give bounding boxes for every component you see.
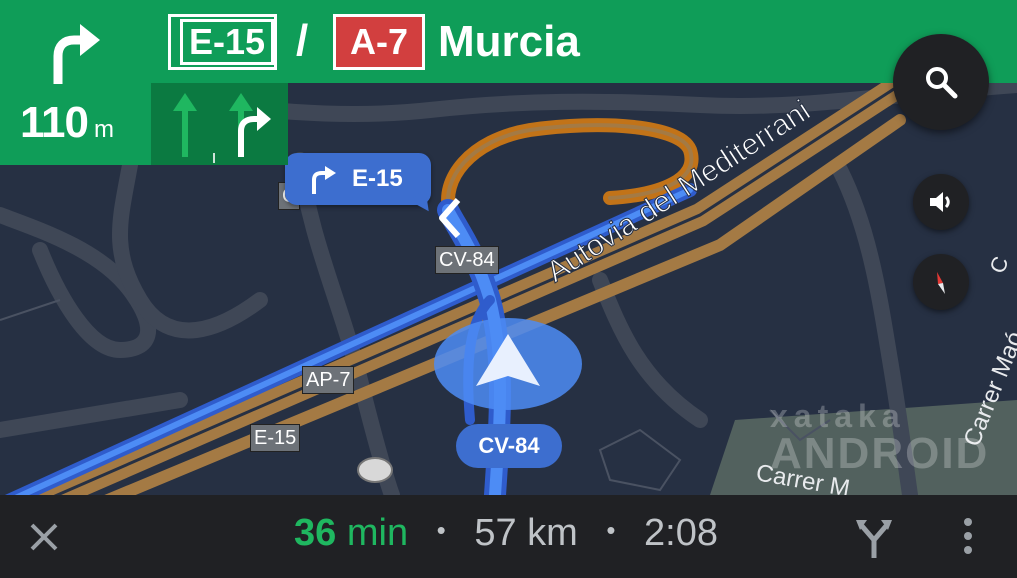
callout-label: E-15 <box>352 165 403 192</box>
trip-separator: • <box>436 515 446 545</box>
distance-unit: m <box>93 116 114 143</box>
lane-straight-arrow-icon <box>173 93 197 157</box>
destination-name: Murcia <box>438 17 580 66</box>
search-button[interactable] <box>893 34 989 130</box>
route-shield-a7: A-7 <box>333 14 425 70</box>
search-icon <box>926 67 958 99</box>
lane-guidance <box>151 83 288 165</box>
watermark: xataka ANDROID <box>770 398 989 479</box>
turn-right-arrow-icon <box>312 166 336 194</box>
trip-info: 36 min • 57 km • 2:08 <box>294 512 718 555</box>
arrival-time: 2:08 <box>644 512 718 554</box>
eta-minutes-unit: min <box>346 512 409 554</box>
road-sign-e15: E-15 <box>250 424 301 452</box>
turn-callout[interactable]: E-15 <box>285 153 431 205</box>
volume-icon <box>930 192 950 212</box>
current-road-label: CV-84 <box>456 424 562 468</box>
trip-distance: 57 km <box>474 512 578 554</box>
trip-summary-bar[interactable]: 36 min • 57 km • 2:08 <box>0 495 1017 578</box>
eta-minutes: 36 <box>294 512 337 554</box>
lane-divider <box>213 153 215 163</box>
lane-turn-right-arrow-icon <box>238 107 271 157</box>
compass-button[interactable] <box>913 254 969 310</box>
watermark-bottom: ANDROID <box>770 429 990 478</box>
route-shield-e15: E-15 <box>168 14 277 70</box>
next-turn-panel[interactable]: 110 m <box>0 0 151 165</box>
close-icon[interactable] <box>24 517 64 557</box>
route-separator: / <box>296 16 309 65</box>
sound-button[interactable] <box>913 174 969 230</box>
road-sign-ap7: AP-7 <box>302 366 355 394</box>
route-shield-e15-text: E-15 <box>180 19 275 65</box>
distance-value: 110 <box>20 98 89 147</box>
alternate-routes-icon[interactable] <box>854 514 894 558</box>
distance-to-turn: 110 m <box>20 98 114 148</box>
guidance-banner[interactable]: E-15 / A-7 Murcia <box>0 0 1017 83</box>
trip-separator: • <box>606 515 616 545</box>
more-options-icon[interactable] <box>956 514 980 558</box>
compass-icon <box>937 272 945 294</box>
turn-right-arrow-icon <box>53 24 100 84</box>
road-sign-cv84: CV-84 <box>435 246 499 274</box>
